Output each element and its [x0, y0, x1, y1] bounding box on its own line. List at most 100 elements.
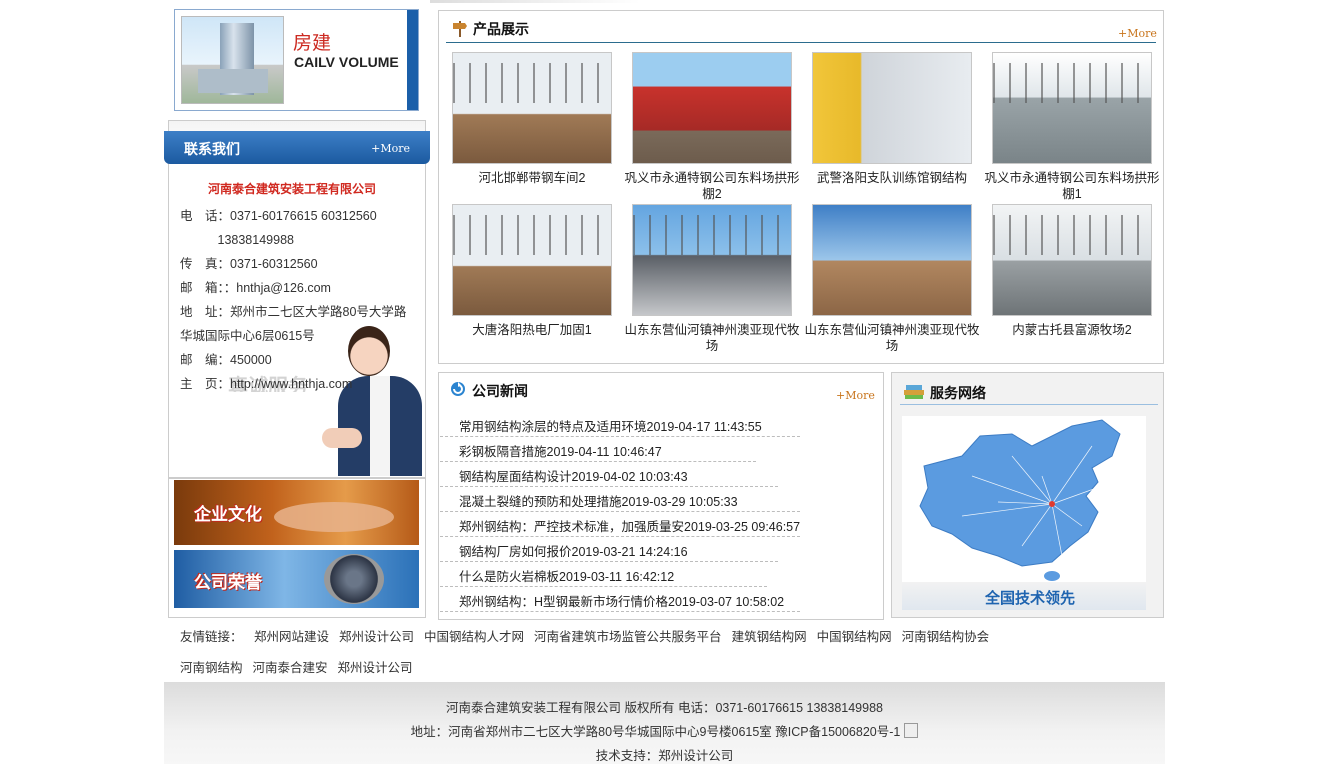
product-item[interactable]: 大唐洛阳热电厂加固1	[447, 204, 617, 354]
product-thumbnail[interactable]	[452, 52, 612, 164]
friend-link[interactable]: 中国钢结构网	[817, 630, 892, 644]
friend-link[interactable]: 郑州设计公司	[339, 630, 414, 644]
steel-frame-shape	[453, 215, 611, 255]
product-thumbnail[interactable]	[452, 204, 612, 316]
news-divider	[440, 461, 756, 462]
news-divider	[440, 511, 800, 512]
product-item[interactable]: 巩义市永通特钢公司东料场拱形棚2	[624, 52, 800, 202]
category-title-en: CAILV VOLUME	[294, 54, 399, 70]
service-caption: 全国技术领先	[985, 590, 1076, 607]
friend-link[interactable]: 郑州网站建设	[254, 630, 329, 644]
news-item[interactable]: 郑州钢结构：严控技术标准，加强质量安2019-03-25 09:46:57	[459, 516, 800, 535]
contact-header: 联系我们 +More	[164, 131, 430, 164]
product-caption[interactable]: 大唐洛阳热电厂加固1	[447, 322, 617, 354]
product-caption[interactable]: 武警洛阳支队训练馆钢结构	[807, 170, 977, 202]
service-divider	[900, 404, 1158, 405]
product-caption[interactable]: 巩义市永通特钢公司东料场拱形棚1	[981, 170, 1163, 202]
contact-mobile: 13838149988	[180, 233, 294, 247]
product-caption[interactable]: 山东东营仙河镇神州澳亚现代牧场	[801, 322, 983, 354]
products-more-link[interactable]: +More	[1118, 27, 1157, 40]
product-thumbnail[interactable]	[992, 52, 1152, 164]
product-thumbnail[interactable]	[632, 52, 792, 164]
footer-copyright: 河南泰合建筑安装工程有限公司 版权所有 电话：0371-60176615 138…	[446, 701, 883, 715]
news-item[interactable]: 钢结构屋面结构设计2019-04-02 10:03:43	[459, 466, 688, 485]
refresh-icon	[450, 381, 466, 400]
steel-frame-shape	[993, 63, 1151, 103]
footer-support: 技术支持：郑州设计公司	[595, 749, 734, 763]
footer-address: 地址：河南省郑州市二七区大学路80号华城国际中心9号楼0615室 豫ICP备15…	[164, 721, 1165, 740]
product-thumbnail[interactable]	[812, 52, 972, 164]
news-more-link[interactable]: +More	[836, 389, 875, 402]
friend-link[interactable]: 郑州设计公司	[338, 661, 413, 675]
product-caption[interactable]: 山东东营仙河镇神州澳亚现代牧场	[621, 322, 803, 354]
compass-shape	[324, 554, 384, 604]
footer-address-text: 地址：河南省郑州市二七区大学路80号华城国际中心9号楼0615室 豫ICP备15…	[410, 725, 901, 739]
product-thumbnail[interactable]	[812, 204, 972, 316]
receptionist-image	[322, 318, 426, 476]
contact-fax: 传 真：0371-60312560	[180, 257, 318, 271]
news-item[interactable]: 郑州钢结构：H型钢最新市场行情价格2019-03-07 10:58:02	[459, 591, 784, 610]
product-item[interactable]: 内蒙古托县富源牧场2	[987, 204, 1157, 354]
blank-area	[178, 392, 312, 468]
contact-address-cont: 华城国际中心6层0615号	[180, 329, 315, 343]
product-item[interactable]: 武警洛阳支队训练馆钢结构	[807, 52, 977, 202]
news-divider	[440, 486, 778, 487]
product-item[interactable]: 巩义市永通特钢公司东料场拱形棚1	[984, 52, 1160, 202]
culture-banner[interactable]: 企业文化	[174, 480, 419, 545]
product-thumbnail[interactable]	[632, 204, 792, 316]
culture-banner-text: 企业文化	[194, 505, 262, 524]
news-divider	[440, 536, 800, 537]
news-item[interactable]: 常用钢结构涂层的特点及适用环境2019-04-17 11:43:55	[459, 416, 762, 435]
contact-more-link[interactable]: +More	[371, 142, 410, 155]
contact-postcode: 邮 编：450000	[180, 353, 272, 367]
podium-shape	[198, 69, 268, 93]
friend-link[interactable]: 河南钢结构协会	[902, 630, 990, 644]
friend-links-row2: 河南钢结构 河南泰合建安 郑州设计公司	[180, 657, 423, 676]
contact-title: 联系我们	[184, 141, 240, 157]
products-divider	[446, 42, 1156, 43]
news-title: 公司新闻	[472, 383, 528, 399]
product-caption[interactable]: 巩义市永通特钢公司东料场拱形棚2	[621, 170, 803, 202]
steel-frame-shape	[453, 63, 611, 103]
news-item[interactable]: 什么是防火岩棉板2019-03-11 16:42:12	[459, 566, 674, 585]
product-caption[interactable]: 河北邯郸带钢车间2	[447, 170, 617, 202]
news-divider	[440, 611, 800, 612]
broken-image-icon	[904, 723, 919, 738]
figure-head	[348, 326, 390, 376]
china-map[interactable]	[902, 416, 1146, 582]
product-item[interactable]: 山东东营仙河镇神州澳亚现代牧场	[624, 204, 800, 354]
product-item[interactable]: 河北邯郸带钢车间2	[447, 52, 617, 202]
news-divider	[440, 561, 778, 562]
friend-link[interactable]: 河南省建筑市场监管公共服务平台	[534, 630, 722, 644]
service-title: 服务网络	[930, 385, 986, 401]
friend-link[interactable]: 建筑钢结构网	[732, 630, 807, 644]
category-banner[interactable]: 房建 CAILV VOLUME	[174, 9, 419, 111]
top-decor-strip	[430, 0, 640, 3]
contact-email: 邮 箱：：hnthja@126.com	[180, 281, 331, 295]
news-item[interactable]: 混凝土裂缝的预防和处理措施2019-03-29 10:05:33	[459, 491, 738, 510]
product-item[interactable]: 山东东营仙河镇神州澳亚现代牧场	[804, 204, 980, 354]
news-divider	[440, 586, 767, 587]
honor-banner-text: 公司荣誉	[194, 573, 262, 592]
news-item[interactable]: 钢结构厂房如何报价2019-03-21 14:24:16	[459, 541, 688, 560]
friend-links-list-2: 河南钢结构 河南泰合建安 郑州设计公司	[180, 661, 423, 675]
building-image	[181, 16, 284, 104]
steel-frame-shape	[633, 215, 791, 255]
hands-shape	[274, 502, 394, 532]
product-caption[interactable]: 内蒙古托县富源牧场2	[987, 322, 1157, 354]
friend-links-label: 友情链接：	[180, 630, 243, 644]
friend-link[interactable]: 中国钢结构人才网	[424, 630, 524, 644]
honor-banner[interactable]: 公司荣誉	[174, 550, 419, 608]
contact-homepage[interactable]: 主 页：http://www.hnthja.com	[180, 373, 352, 392]
products-title: 产品展示	[473, 21, 529, 37]
company-name: 河南泰合建筑安装工程有限公司	[208, 182, 377, 196]
category-title-cn: 房建	[293, 32, 332, 54]
product-thumbnail[interactable]	[992, 204, 1152, 316]
steel-frame-shape	[993, 215, 1151, 255]
contact-phone: 电 话：0371-60176615 60312560	[180, 209, 377, 223]
news-item[interactable]: 彩钢板隔音措施2019-04-11 10:46:47	[459, 441, 662, 460]
friend-link[interactable]: 河南泰合建安	[253, 661, 328, 675]
footer: 河南泰合建筑安装工程有限公司 版权所有 电话：0371-60176615 138…	[164, 682, 1165, 764]
friend-link[interactable]: 河南钢结构	[180, 661, 243, 675]
friend-links-list: 郑州网站建设 郑州设计公司 中国钢结构人才网 河南省建筑市场监管公共服务平台 建筑钢结构…	[254, 630, 999, 644]
